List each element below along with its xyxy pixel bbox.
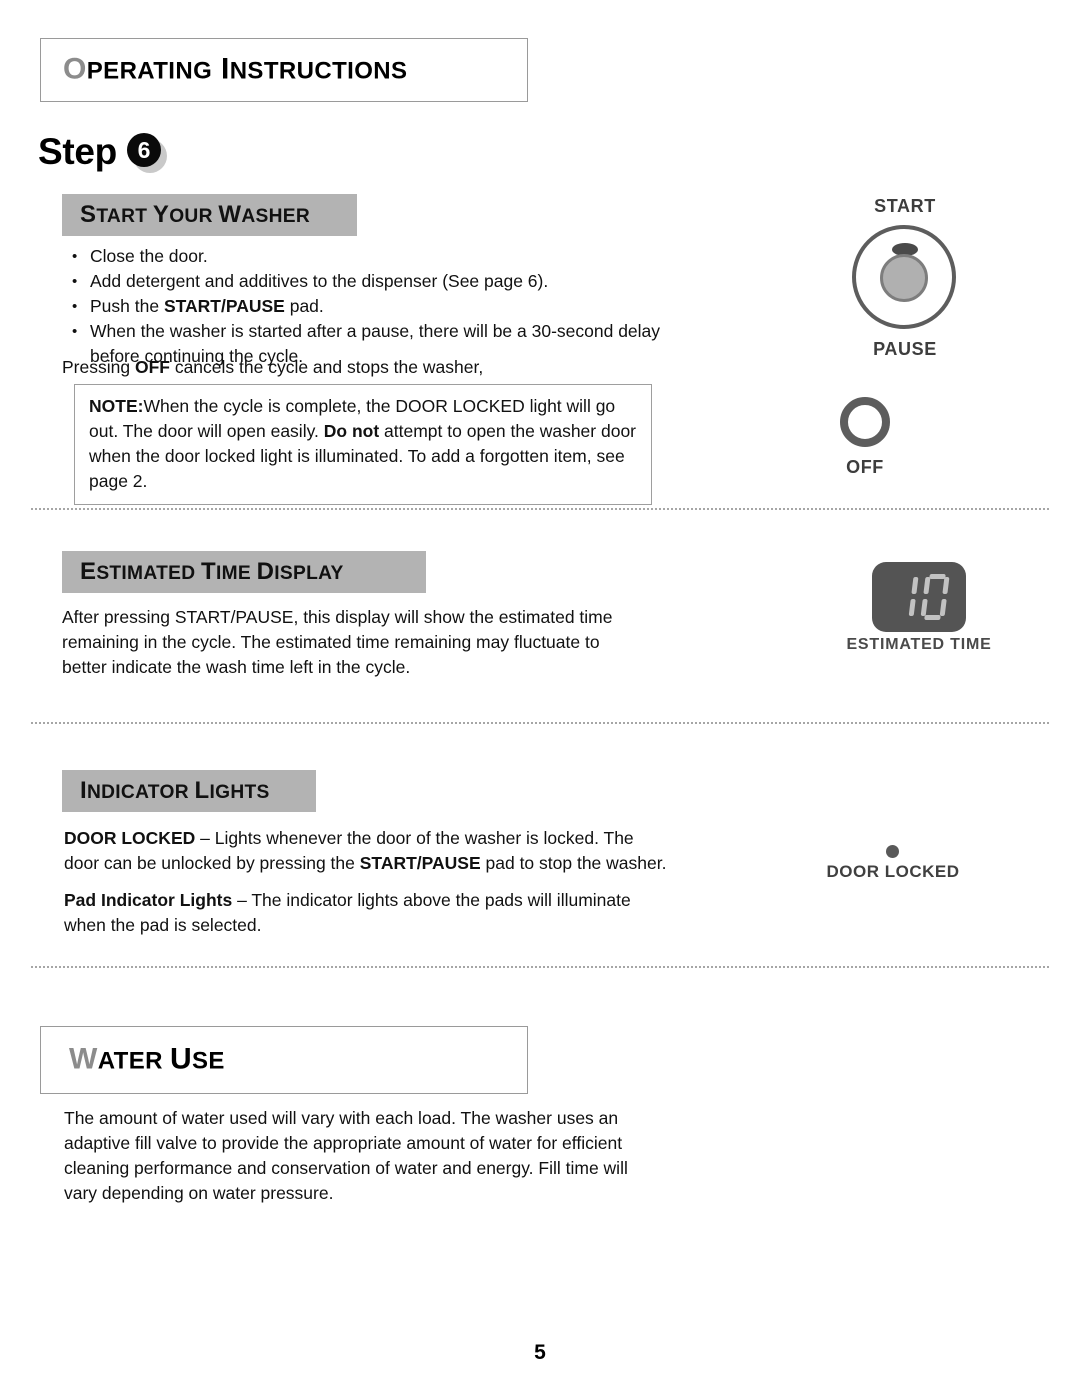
seven-segment-digit-0 [919,574,951,620]
section-heading-text: INDICATOR LIGHTS [80,777,270,804]
segment-f [922,577,930,594]
segment-a [928,574,946,579]
door-locked-label: DOOR LOCKED [826,862,960,881]
bullet-text-3-pre: Push the [90,296,164,316]
segment-b [941,577,949,594]
section-heading-indicator-lights: INDICATOR LIGHTS [62,770,316,812]
step-number-badge: 6 [126,133,169,175]
page-title-word2: NSTRUCTIONS [229,57,408,85]
start-pause-term: START/PAUSE [359,853,481,873]
section-divider-2 [30,722,1050,724]
start-washer-closing-line: Pressing OFF cancels the cycle and stops… [62,355,662,380]
list-item: Close the door. [62,244,662,269]
segment-b [910,577,918,594]
pause-label: PAUSE [873,339,937,359]
bullet-text-4-line1: When the washer is started after a pause… [90,321,661,341]
water-use-initial-w: W [69,1042,98,1076]
indicator-lights-para-1: DOOR LOCKED – Lights whenever the door o… [64,826,669,876]
page-title-word1: PERATING [86,57,213,85]
section-divider-3 [30,966,1050,968]
page-title-box: OPERATING INSTRUCTIONS [40,38,528,102]
water-use-title-box: WATER USE [40,1026,528,1094]
list-item: Push the START/PAUSE pad. [62,294,662,319]
section-divider-1 [30,508,1050,510]
segment-c [908,599,916,616]
page-title-initial-i: I [220,52,230,86]
bullet-text-1: Close the door. [90,246,208,266]
start-washer-bullet-list: Close the door. Add detergent and additi… [62,244,662,369]
section-heading-text: ESTIMATED TIME DISPLAY [80,558,344,585]
step-heading: Step 6 [38,128,169,176]
seven-segment-display [872,562,966,632]
segment-d [923,615,941,620]
step-number: 6 [126,133,161,167]
off-label: OFF [846,457,884,477]
closing-post: cancels the cycle and stops the washer, [169,357,484,377]
page-number: 5 [534,1341,546,1364]
list-item: Add detergent and additives to the dispe… [62,269,662,294]
segment-e [920,599,928,616]
door-locked-desc-end: pad to stop the washer. [480,853,667,873]
off-button[interactable] [840,397,890,447]
note-bold-do-not: Do not [323,421,380,441]
knob-inner-button[interactable] [880,254,928,302]
step-label: Step [38,131,117,172]
closing-bold-off: OFF [134,357,170,377]
page-title: OPERATING INSTRUCTIONS [63,52,407,86]
bullet-text-3-post: pad. [284,296,324,316]
section-heading-text: START YOUR WASHER [80,201,310,228]
estimated-time-body: After pressing START/PAUSE, this display… [62,607,613,677]
door-locked-term: DOOR LOCKED [64,828,196,848]
closing-pre: Pressing [62,357,135,377]
section-heading-start-your-washer: START YOUR WASHER [62,194,357,236]
bullet-text-2: Add detergent and additives to the dispe… [90,271,549,291]
water-use-body: The amount of water used will vary with … [64,1108,628,1203]
note-label: NOTE: [89,396,144,416]
bullet-text-3-bold: START/PAUSE [163,296,285,316]
indicator-lights-para-2: Pad Indicator Lights – The indicator lig… [64,888,672,938]
pad-indicator-lights-term: Pad Indicator Lights [64,890,233,910]
section-heading-estimated-time-display: ESTIMATED TIME DISPLAY [62,551,426,593]
note-box: NOTE:When the cycle is complete, the DOO… [74,384,652,505]
segment-c [939,599,947,616]
seven-segment-digit-1 [888,574,920,620]
estimated-time-display-panel [872,562,966,632]
page-title-initial-o: O [63,52,87,86]
water-use-title: WATER USE [69,1042,225,1076]
estimated-time-label: ESTIMATED TIME [846,636,992,653]
start-label: START [874,196,936,216]
door-locked-indicator-light [886,845,899,858]
